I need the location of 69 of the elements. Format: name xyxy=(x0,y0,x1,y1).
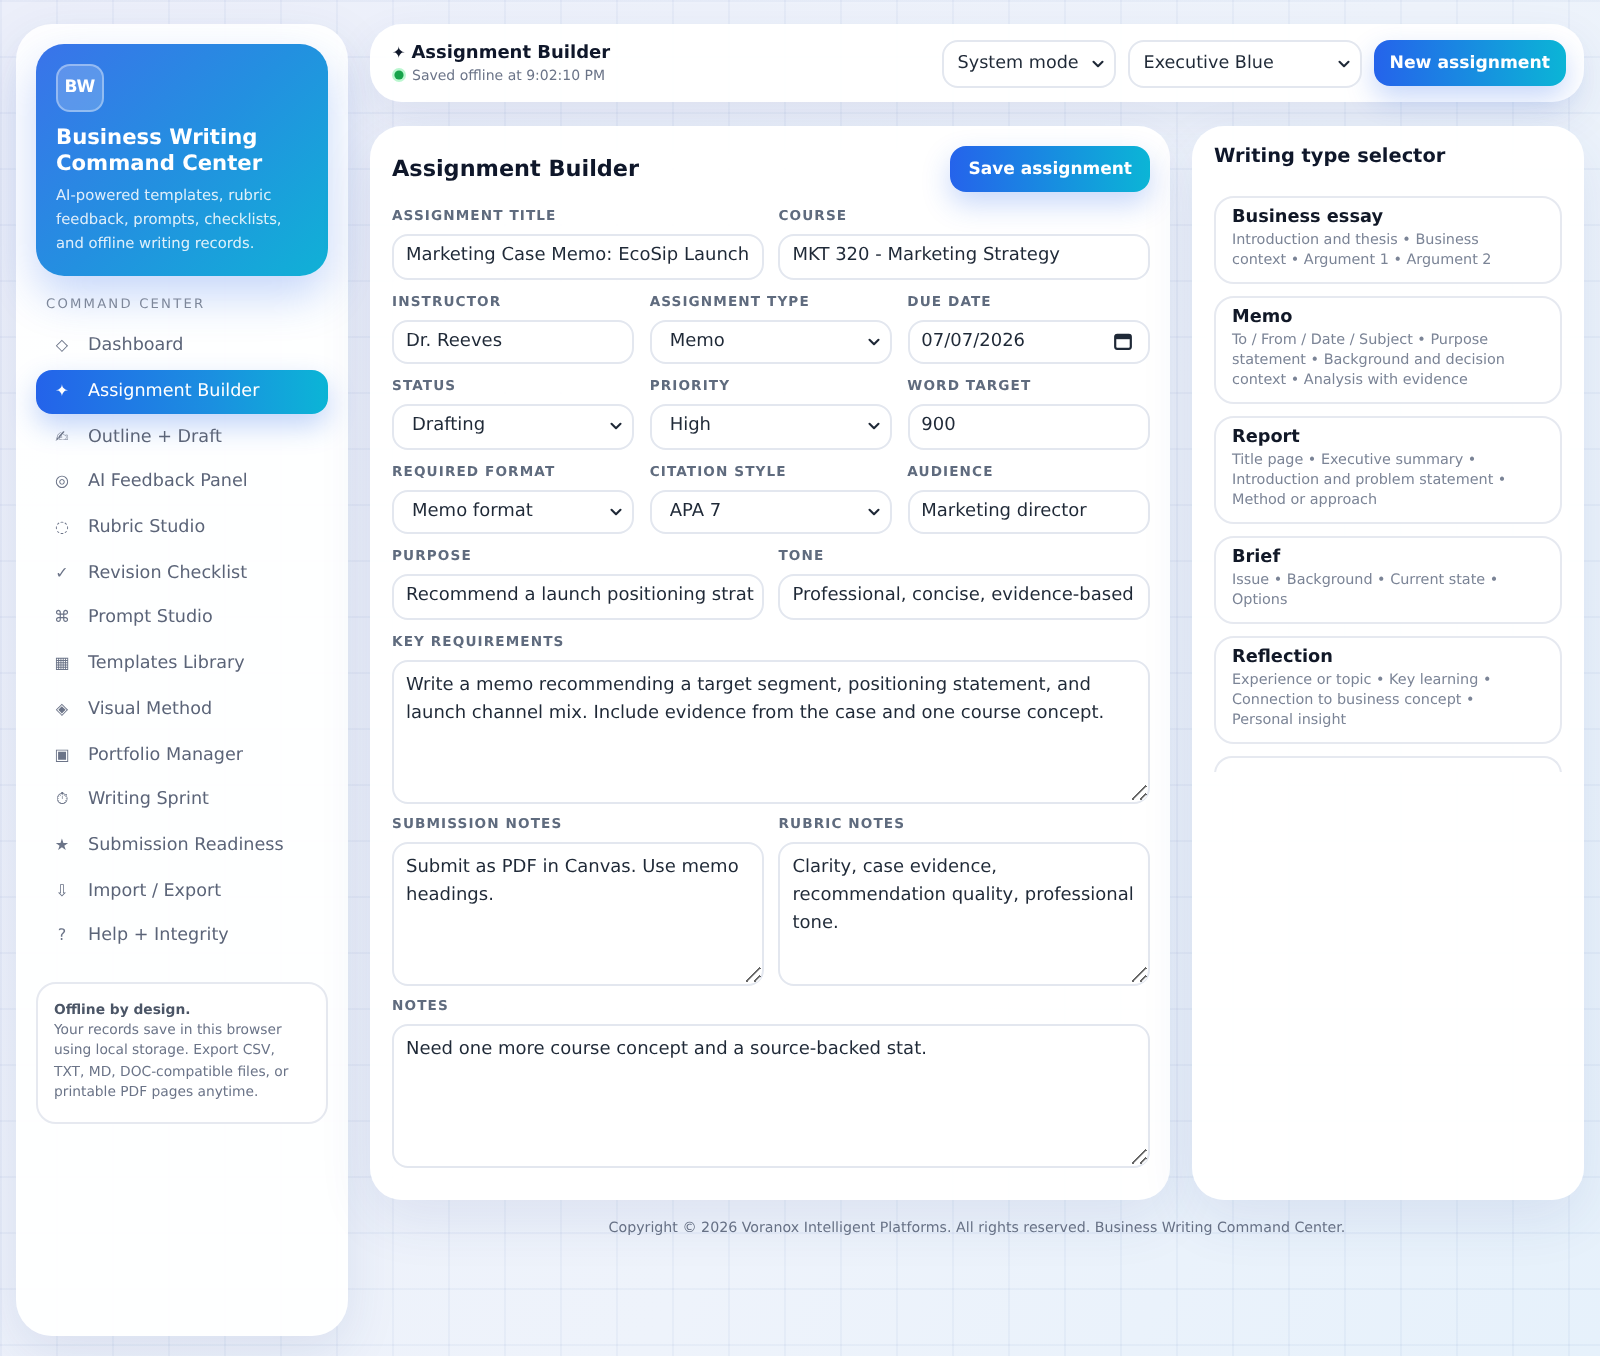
text-field[interactable]: MKT 320 - Marketing Strategy xyxy=(778,234,1150,279)
star-icon: ★ xyxy=(52,835,72,856)
stopwatch-icon: ⏱ xyxy=(52,790,72,811)
nav-item[interactable]: ⏱ Writing Sprint xyxy=(36,777,328,824)
save-button[interactable]: Save assignment xyxy=(950,146,1150,192)
type-name: Report xyxy=(1232,428,1302,450)
chevron-icon xyxy=(868,422,881,431)
chevron-icon xyxy=(610,507,623,516)
status-dot-icon xyxy=(392,68,406,82)
diamond-icon: ◇ xyxy=(52,336,72,357)
target-icon: ◎ xyxy=(52,472,72,493)
brand-title: Business Writing Command Center xyxy=(56,126,265,178)
nav-item[interactable]: ▣ Portfolio Manager xyxy=(36,732,328,778)
nav-item[interactable]: ? Help + Integrity xyxy=(36,913,328,960)
type-name: Business essay xyxy=(1232,208,1385,230)
nav-item[interactable]: ✦ Assignment Builder xyxy=(36,369,328,415)
chevron-icon xyxy=(868,337,881,346)
new-assignment-button[interactable]: New assignment xyxy=(1373,40,1566,86)
date-field[interactable]: 07/07/2026 xyxy=(907,319,1150,364)
text-field[interactable]: Recommend a launch positioning strat xyxy=(392,574,764,619)
nav-item[interactable]: ◌ Rubric Studio xyxy=(36,505,328,551)
grid-icon: ▦ xyxy=(52,654,72,675)
chevron-icon xyxy=(1337,59,1350,67)
sparkle-icon: ✦ xyxy=(52,382,72,403)
select-field[interactable]: High xyxy=(649,404,893,449)
writing-hand-icon: ✍ xyxy=(52,427,72,448)
nav-item[interactable]: ✍ Outline + Draft xyxy=(36,414,328,461)
text-area[interactable]: Write a memo recommending a target segment, positioning statement, and launch channel mix. Include evidence from the case and one course concept. xyxy=(392,659,1150,803)
square-icon: ▣ xyxy=(52,745,72,766)
panel-title: Writing type selector xyxy=(1214,144,1448,172)
chevron-icon xyxy=(1091,59,1104,67)
text-field[interactable]: Marketing director xyxy=(907,489,1150,534)
chevron-icon xyxy=(868,507,881,516)
nav-item[interactable]: ✓ Revision Checklist xyxy=(36,550,328,597)
nav-item[interactable]: ⌘ Prompt Studio xyxy=(36,596,328,642)
nav-item[interactable]: ◎ AI Feedback Panel xyxy=(36,460,328,506)
diamond-dot-icon: ◈ xyxy=(52,699,72,720)
command-key-icon: ⌘ xyxy=(52,608,72,629)
nav-item[interactable]: ⇩ Import / Export xyxy=(36,868,328,914)
builder-title: Assignment Builder xyxy=(392,156,640,182)
select-field[interactable]: Memo format xyxy=(392,489,635,534)
page-title: Assignment Builder xyxy=(411,41,611,65)
text-field[interactable]: Marketing Case Memo: EcoSip Launch xyxy=(392,234,764,279)
calendar-icon[interactable] xyxy=(1114,332,1132,351)
sparkle-icon: ✦ xyxy=(392,43,406,63)
down-arrow-icon: ⇩ xyxy=(52,881,72,902)
check-icon: ✓ xyxy=(52,563,72,584)
theme-select[interactable]: Executive Blue xyxy=(1127,39,1362,87)
type-name: Brief xyxy=(1232,548,1283,570)
dotted-circle-icon: ◌ xyxy=(52,518,72,539)
nav-item[interactable]: ◇ Dashboard xyxy=(36,324,328,370)
text-field[interactable]: Professional, concise, evidence-based xyxy=(778,574,1150,619)
text-area[interactable]: Submit as PDF in Canvas. Use memo headings. xyxy=(392,841,764,985)
type-name: Reflection xyxy=(1232,648,1335,670)
nav-item[interactable]: ★ Submission Readiness xyxy=(36,823,328,869)
question-mark-icon: ? xyxy=(52,926,72,947)
text-area[interactable]: Need one more course concept and a source-backed stat. xyxy=(392,1023,1150,1167)
select-field[interactable]: Drafting xyxy=(392,404,635,449)
mode-select[interactable]: System mode xyxy=(941,39,1116,87)
type-name: Memo xyxy=(1232,308,1295,330)
text-area[interactable]: Clarity, case evidence, recommendation quality, professional tone. xyxy=(778,841,1150,985)
text-field[interactable]: 900 xyxy=(907,404,1150,449)
chevron-icon xyxy=(610,422,623,431)
select-field[interactable]: APA 7 xyxy=(649,489,893,534)
brand-logo: BW xyxy=(56,64,104,112)
nav-item[interactable]: ▦ Templates Library xyxy=(36,641,328,687)
nav-item[interactable]: ◈ Visual Method xyxy=(36,687,328,733)
text-field[interactable]: Dr. Reeves xyxy=(392,319,635,364)
select-field[interactable]: Memo xyxy=(649,319,893,364)
